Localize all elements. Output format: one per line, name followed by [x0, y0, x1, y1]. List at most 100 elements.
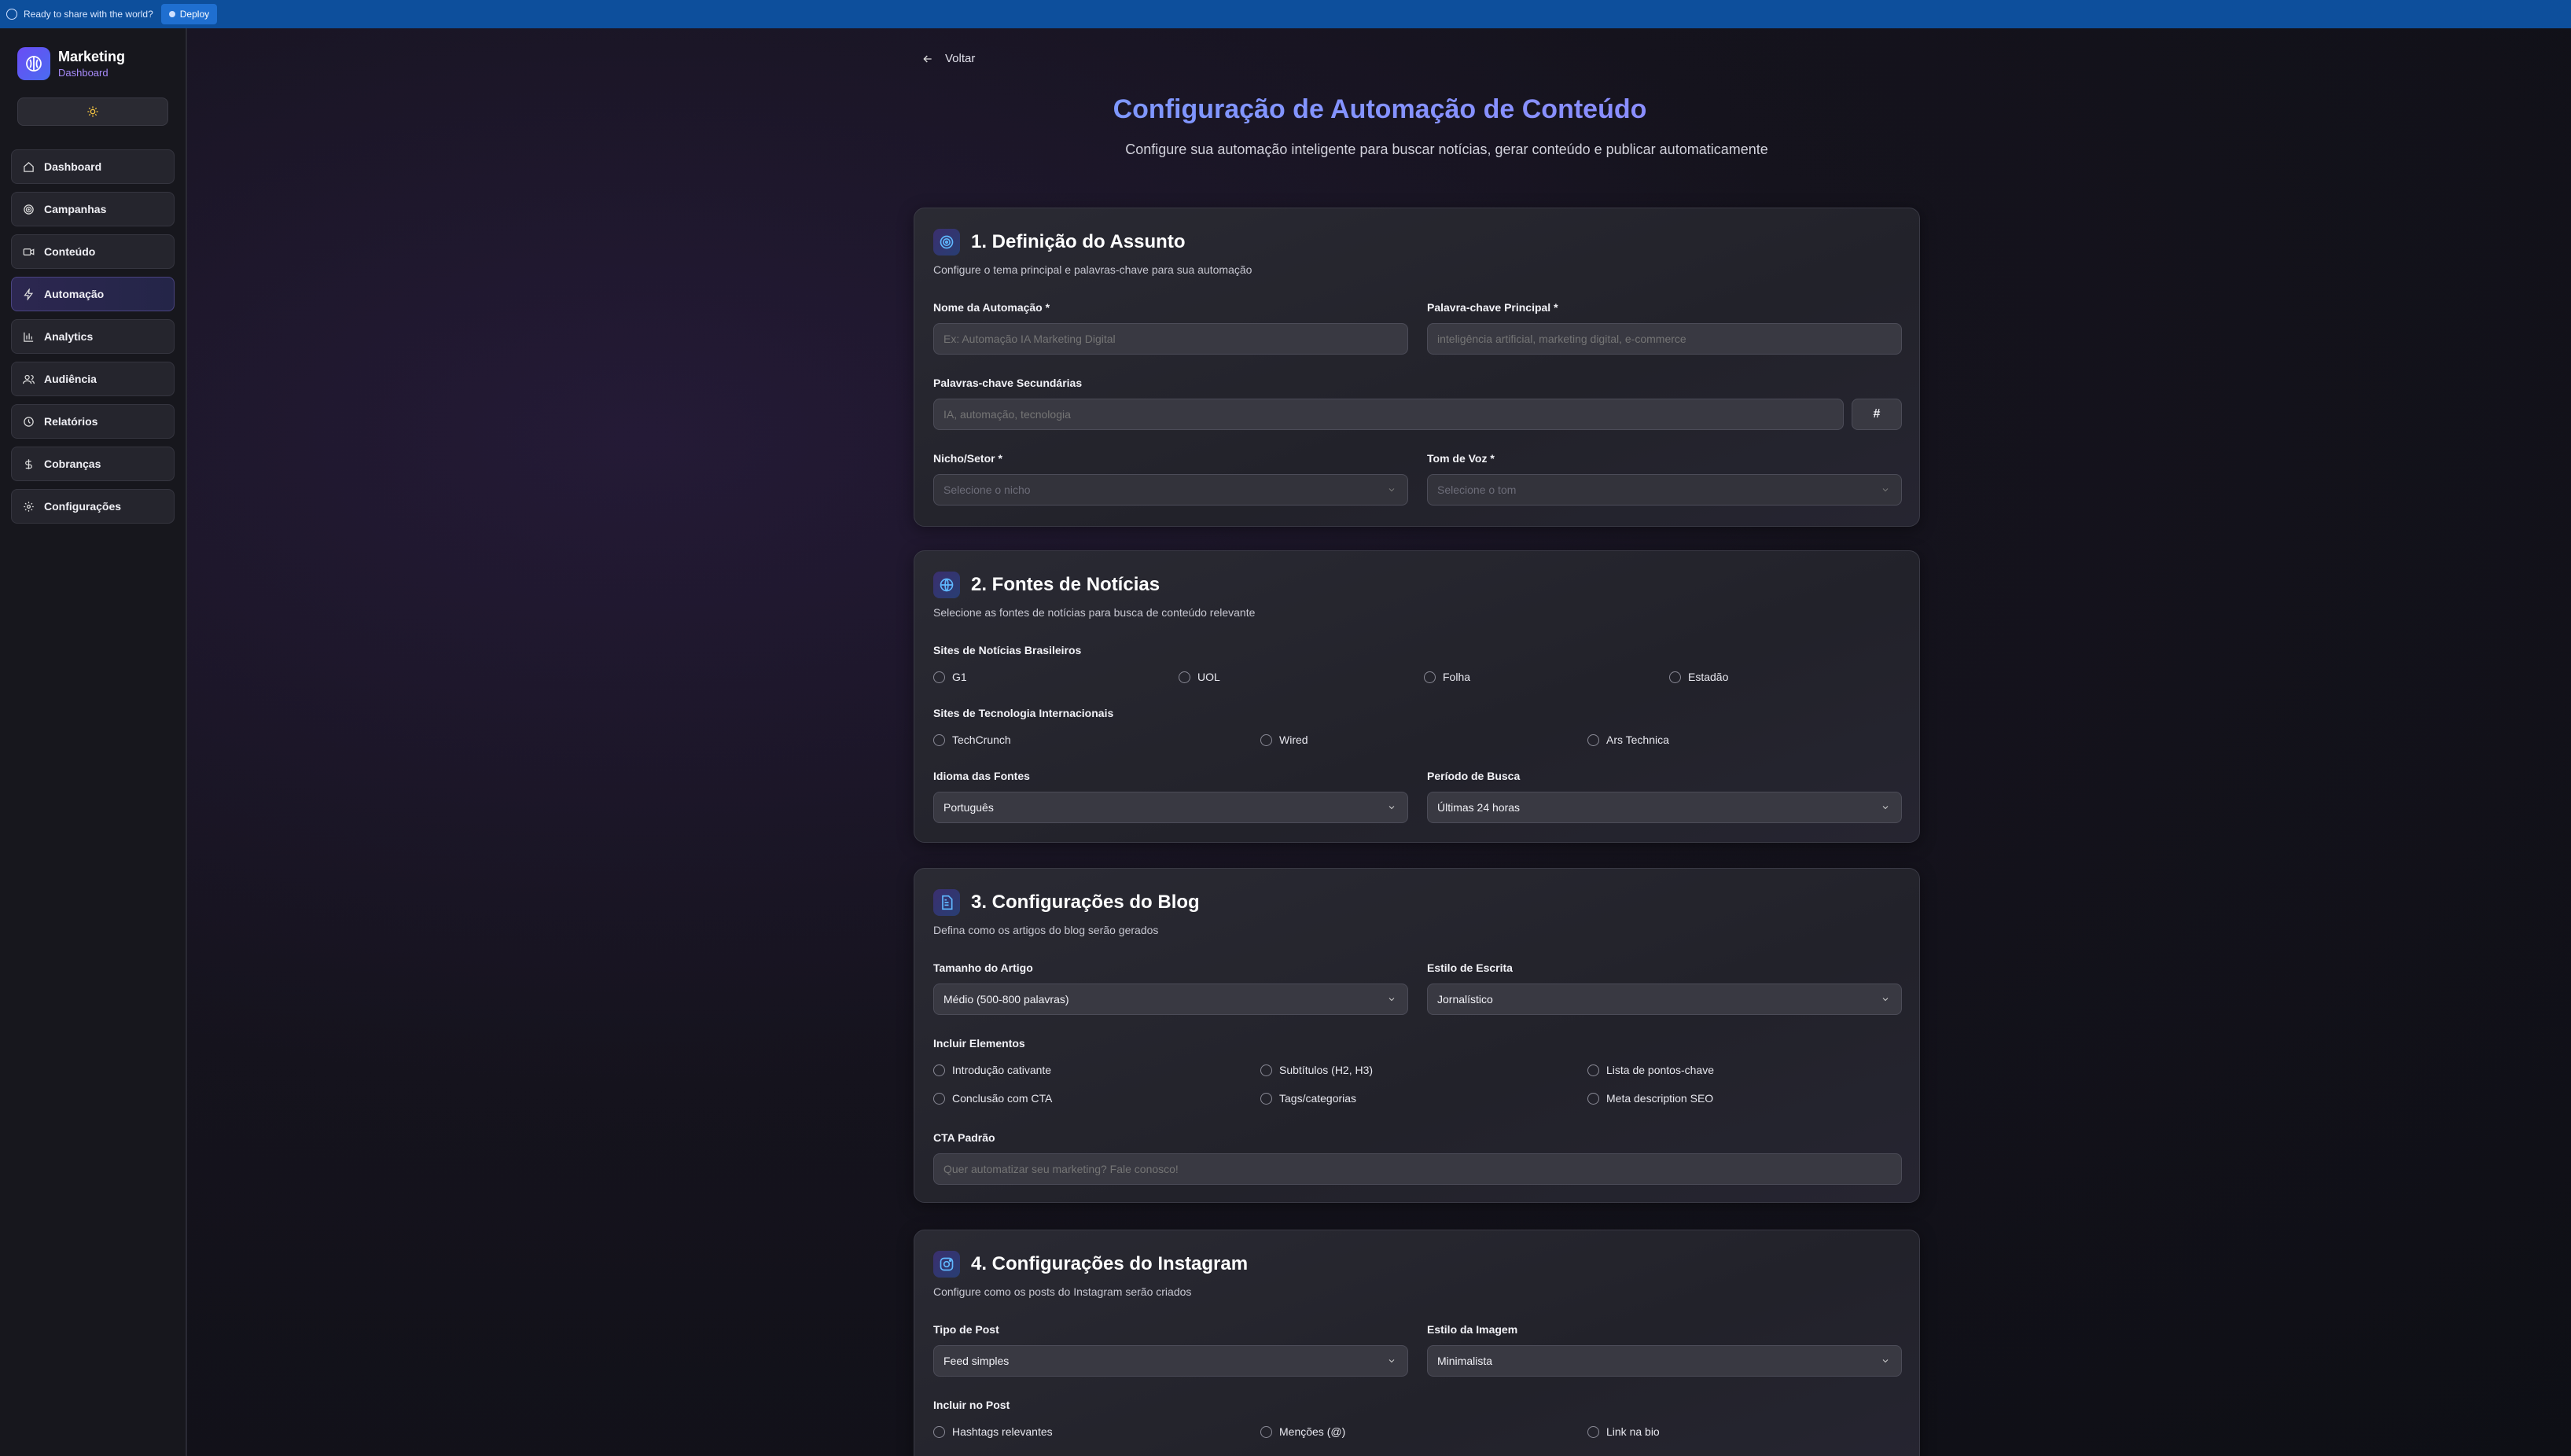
period-label: Período de Busca — [1427, 770, 1521, 782]
tone-select[interactable]: Selecione o tom — [1427, 474, 1902, 506]
niche-select[interactable]: Selecione o nicho — [933, 474, 1408, 506]
source-checkbox-wired[interactable]: Wired — [1260, 734, 1308, 746]
automation-name-label: Nome da Automação * — [933, 301, 1050, 314]
language-select[interactable]: Português — [933, 792, 1408, 823]
br-sites-label: Sites de Notícias Brasileiros — [933, 644, 1082, 656]
checkbox-label: Meta description SEO — [1606, 1092, 1714, 1105]
checkbox-icon — [933, 671, 945, 683]
checkbox-label: G1 — [952, 671, 967, 683]
section-title: 4. Configurações do Instagram — [971, 1253, 1249, 1274]
sidebar-nav: Dashboard Campanhas Conteúdo Automação A… — [0, 149, 186, 524]
sidebar-item-label: Cobranças — [44, 458, 101, 470]
elements-label: Incluir Elementos — [933, 1037, 1025, 1050]
writing-style-value: Jornalístico — [1437, 993, 1493, 1006]
dollar-icon — [25, 458, 32, 469]
sidebar-item-label: Dashboard — [44, 160, 102, 173]
sidebar-item-cobrancas[interactable]: Cobranças — [11, 447, 175, 481]
target-icon — [933, 229, 960, 256]
section-title: 1. Definição do Assunto — [971, 231, 1186, 252]
secondary-keywords-input[interactable] — [933, 399, 1844, 430]
element-checkbox-intro[interactable]: Introdução cativante — [933, 1064, 1051, 1076]
sidebar: Marketing Dashboard Dashboard Campanhas … — [0, 28, 187, 1456]
main-keyword-input[interactable] — [1427, 323, 1902, 355]
checkbox-label: UOL — [1197, 671, 1220, 683]
element-checkbox-keypoints[interactable]: Lista de pontos-chave — [1587, 1064, 1714, 1076]
section-blog: 3. Configurações do Blog Defina como os … — [914, 868, 1920, 1203]
source-checkbox-uol[interactable]: UOL — [1179, 671, 1220, 683]
include-checkbox-link[interactable]: Link na bio — [1587, 1425, 1660, 1438]
sidebar-item-analytics[interactable]: Analytics — [11, 319, 175, 354]
page-title: Configuração de Automação de Conteúdo — [189, 94, 2571, 125]
include-checkbox-mentions[interactable]: Menções (@) — [1260, 1425, 1345, 1438]
automation-name-input[interactable] — [933, 323, 1408, 355]
instagram-icon — [933, 1251, 960, 1278]
theme-toggle-button[interactable] — [17, 97, 168, 126]
source-checkbox-arstechnica[interactable]: Ars Technica — [1587, 734, 1669, 746]
source-checkbox-techcrunch[interactable]: TechCrunch — [933, 734, 1011, 746]
file-text-icon — [933, 889, 960, 916]
writing-style-select[interactable]: Jornalístico — [1427, 984, 1902, 1015]
section-description: Selecione as fontes de notícias para bus… — [933, 606, 1256, 619]
source-checkbox-g1[interactable]: G1 — [933, 671, 967, 683]
section-instagram: 4. Configurações do Instagram Configure … — [914, 1230, 1920, 1456]
chevron-down-icon — [1388, 1359, 1395, 1363]
period-select[interactable]: Últimas 24 horas — [1427, 792, 1902, 823]
deploy-button[interactable]: Deploy — [160, 4, 218, 24]
zap-icon — [24, 288, 34, 300]
include-checkbox-hashtags[interactable]: Hashtags relevantes — [933, 1425, 1053, 1438]
element-checkbox-conclusion[interactable]: Conclusão com CTA — [933, 1092, 1052, 1105]
image-style-value: Minimalista — [1437, 1355, 1493, 1367]
sun-icon — [87, 106, 98, 117]
include-label: Incluir no Post — [933, 1399, 1010, 1411]
niche-placeholder: Selecione o nicho — [943, 483, 1031, 496]
element-checkbox-tags[interactable]: Tags/categorias — [1260, 1092, 1356, 1105]
checkbox-icon — [1179, 671, 1190, 683]
cta-label: CTA Padrão — [933, 1131, 995, 1144]
checkbox-icon — [1260, 734, 1272, 746]
checkbox-label: Menções (@) — [1279, 1425, 1346, 1438]
sidebar-item-label: Conteúdo — [44, 245, 96, 258]
article-size-select[interactable]: Médio (500-800 palavras) — [933, 984, 1408, 1015]
niche-label: Nicho/Setor * — [933, 452, 1002, 465]
main-content: Voltar Configuração de Automação de Cont… — [189, 28, 2571, 1456]
sidebar-item-automacao[interactable]: Automação — [11, 277, 175, 311]
checkbox-label: Ars Technica — [1606, 734, 1669, 746]
checkbox-icon — [1424, 671, 1436, 683]
page-subtitle: Configure sua automação inteligente para… — [1125, 142, 1768, 157]
deploy-icon — [168, 11, 175, 17]
source-checkbox-folha[interactable]: Folha — [1424, 671, 1470, 683]
sidebar-item-conteudo[interactable]: Conteúdo — [11, 234, 175, 269]
brand[interactable]: Marketing Dashboard — [0, 28, 186, 80]
tone-label: Tom de Voz * — [1427, 452, 1495, 465]
cta-input[interactable] — [933, 1153, 1902, 1185]
element-checkbox-subtitles[interactable]: Subtítulos (H2, H3) — [1260, 1064, 1373, 1076]
post-type-select[interactable]: Feed simples — [933, 1345, 1408, 1377]
checkbox-label: Folha — [1443, 671, 1471, 683]
sidebar-item-label: Configurações — [44, 500, 122, 513]
post-type-value: Feed simples — [943, 1355, 1010, 1367]
secondary-keywords-label: Palavras-chave Secundárias — [933, 377, 1083, 389]
sidebar-item-configuracoes[interactable]: Configurações — [11, 489, 175, 524]
banner-text: Ready to share with the world? — [24, 9, 153, 20]
checkbox-label: Estadão — [1688, 671, 1729, 683]
users-icon — [23, 374, 35, 384]
sidebar-item-audiencia[interactable]: Audiência — [11, 362, 175, 396]
chevron-down-icon — [1882, 998, 1889, 1002]
deploy-banner: Ready to share with the world? Deploy — [0, 0, 2571, 28]
globe-icon — [933, 572, 960, 598]
sidebar-item-relatorios[interactable]: Relatórios — [11, 404, 175, 439]
image-style-select[interactable]: Minimalista — [1427, 1345, 1902, 1377]
back-button[interactable]: Voltar — [921, 52, 975, 65]
target-icon — [24, 204, 34, 215]
period-value: Últimas 24 horas — [1437, 801, 1521, 814]
source-checkbox-estadao[interactable]: Estadão — [1669, 671, 1728, 683]
sidebar-item-campanhas[interactable]: Campanhas — [11, 192, 175, 226]
brand-subtitle: Dashboard — [58, 67, 109, 79]
element-checkbox-meta[interactable]: Meta description SEO — [1587, 1092, 1713, 1105]
chevron-down-icon — [1388, 806, 1395, 810]
info-icon — [6, 9, 17, 20]
add-keyword-button[interactable]: # — [1852, 399, 1902, 430]
checkbox-icon — [933, 1425, 945, 1438]
sidebar-item-dashboard[interactable]: Dashboard — [11, 149, 175, 184]
checkbox-icon — [933, 734, 945, 746]
